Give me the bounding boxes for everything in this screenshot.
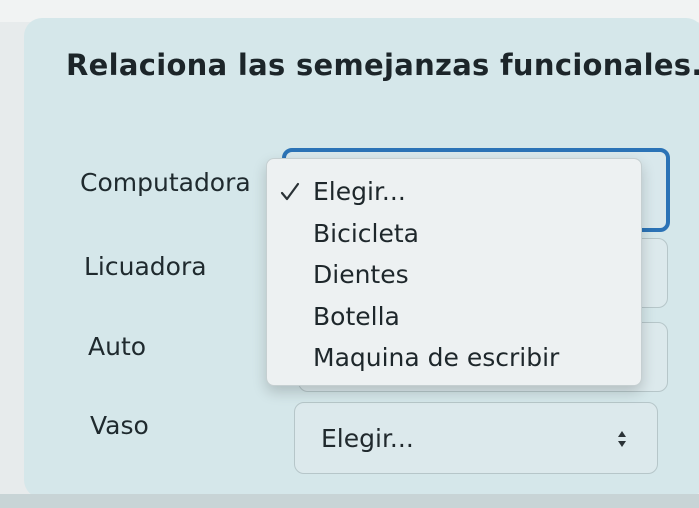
- menu-option-botella[interactable]: Botella: [313, 302, 400, 331]
- term-label-computadora: Computadora: [80, 168, 251, 197]
- term-label-auto: Auto: [88, 332, 147, 361]
- dropdown-menu: Elegir... Bicicleta Dientes Botella Maqu…: [266, 158, 642, 386]
- select-vaso[interactable]: Elegir...: [294, 402, 658, 474]
- menu-option-dientes[interactable]: Dientes: [313, 260, 409, 289]
- updown-arrows-icon: [617, 429, 627, 449]
- menu-option-maquina-de-escribir[interactable]: Maquina de escribir: [313, 343, 559, 372]
- term-label-vaso: Vaso: [90, 411, 149, 440]
- term-label-licuadora: Licuadora: [84, 252, 207, 281]
- page-bottom-band: [0, 494, 699, 508]
- question-title: Relaciona las semejanzas funcionales.: [66, 48, 699, 82]
- menu-option-bicicleta[interactable]: Bicicleta: [313, 219, 419, 248]
- check-icon: [279, 181, 301, 203]
- select-vaso-value: Elegir...: [321, 423, 414, 453]
- menu-option-elegir[interactable]: Elegir...: [313, 177, 406, 206]
